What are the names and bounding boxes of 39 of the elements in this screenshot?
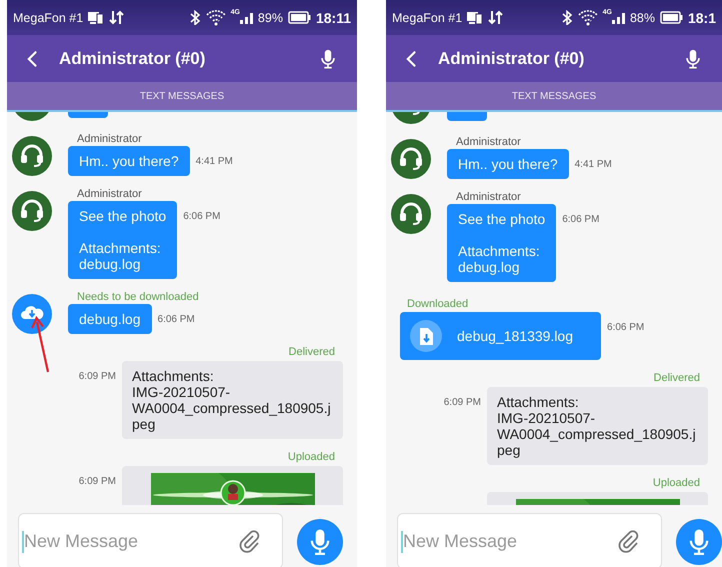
- text-messages-tab[interactable]: TEXT MESSAGES: [512, 90, 596, 102]
- message-bubble: Hm.. you there?: [447, 149, 569, 179]
- message-time: 6:06 PM: [158, 314, 195, 325]
- sender-name: Administrator: [455, 136, 522, 149]
- message-bubble: Hm.. you there?: [68, 146, 190, 176]
- message-bubble: Attachments: IMG-20210507-WA0004_compressed_180905.jpeg: [487, 387, 708, 465]
- text-messages-tab[interactable]: TEXT MESSAGES: [140, 90, 224, 102]
- sender-name: Administrator: [76, 188, 143, 201]
- chat-title: Administrator (#0): [59, 48, 206, 68]
- message-time: 6:06 PM: [183, 211, 220, 222]
- file-attachment[interactable]: debug_181339.log: [400, 312, 602, 360]
- delivery-status: Uploaded: [652, 477, 700, 490]
- message-time: 6:06 PM: [607, 322, 644, 333]
- message-bubble: Attachments: IMG-20210507-WA0004_compressed_180905.jpeg: [122, 361, 343, 439]
- message-time: 4:41 PM: [574, 159, 612, 170]
- message-field[interactable]: New Message: [397, 513, 662, 567]
- message-time: 6:09 PM: [444, 397, 481, 408]
- message-time: 6:09 PM: [78, 476, 116, 487]
- carrier-name: MegaFon #1: [13, 10, 84, 24]
- carrier-name: MegaFon #1: [392, 10, 462, 24]
- clock-time: 18:11: [316, 10, 351, 26]
- chat-title: Administrator (#0): [438, 48, 586, 68]
- clock-time: 18:1: [688, 10, 716, 26]
- delivery-status: Uploaded: [288, 451, 335, 464]
- message-field[interactable]: New Message: [18, 513, 283, 567]
- message-time: 6:09 PM: [78, 371, 116, 382]
- message-time: 4:41 PM: [196, 156, 233, 167]
- sender-name: Administrator: [76, 133, 143, 146]
- delivery-status: Delivered: [288, 346, 335, 359]
- battery-percent: 89%: [258, 10, 283, 24]
- sender-name: Administrator: [455, 191, 522, 204]
- download-status: Needs to be downloaded: [76, 291, 199, 304]
- message-bubble: See the photo Attachments: debug.log: [68, 201, 178, 279]
- download-status: Downloaded: [406, 298, 468, 310]
- battery-percent: 88%: [630, 10, 655, 24]
- file-attachment[interactable]: debug.log: [68, 304, 152, 334]
- delivery-status: Delivered: [654, 372, 700, 385]
- message-time: 6:06 PM: [562, 214, 600, 225]
- message-bubble: See the photo Attachments: debug.log: [447, 204, 556, 282]
